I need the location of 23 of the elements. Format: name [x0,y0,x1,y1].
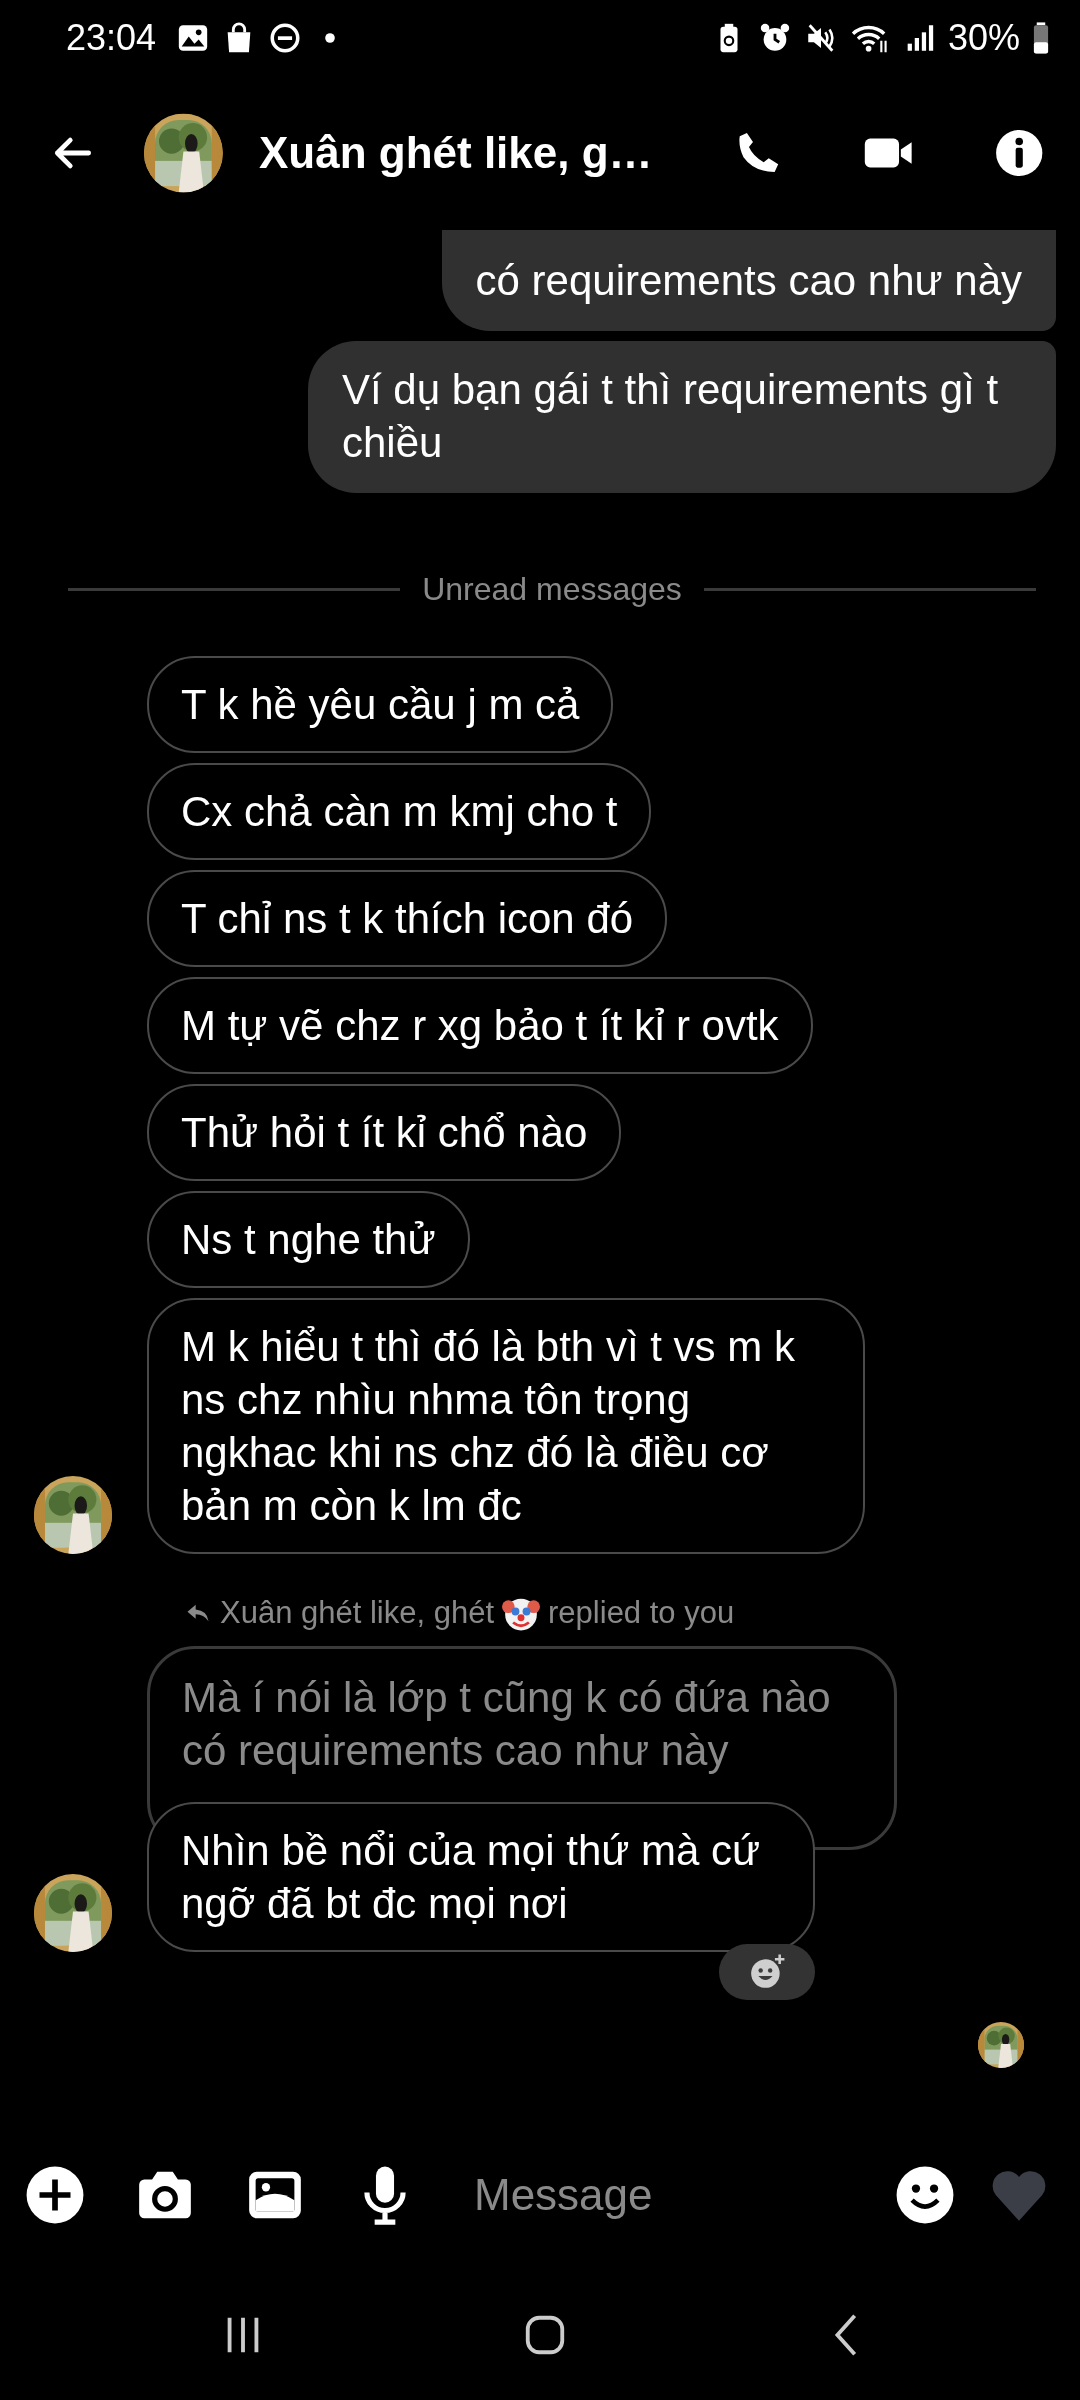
dot-icon [324,31,337,44]
received-message: Cx chả càn m kmj cho t [147,763,652,860]
emoji-icon[interactable] [894,2164,956,2226]
received-message: M k hiểu t thì đó là bth vì t vs m k ns chz nhìu nhma tôn trọng ngkhac khi ns chz đó là điều cơ bản m còn k lm đc [147,1298,865,1554]
unread-divider-label: Unread messages [422,571,682,608]
received-message: T chỉ ns t k thích icon đó [147,870,668,967]
received-message: Thử hỏi t ít kỉ chổ nào [147,1084,622,1181]
sent-message: có requirements cao như này [441,230,1056,331]
received-message: Nhìn bề nổi của mọi thứ mà cứ ngỡ đã bt đc mọi nơi [147,1802,815,1952]
add-icon[interactable] [24,2164,86,2226]
received-message: T k hề yêu cầu j m cả [147,656,614,753]
add-reaction-icon [748,1953,786,1991]
sent-message: Ví dụ bạn gái t thì requirements gì t chiều [308,341,1056,493]
reply-sender-label: Xuân ghét like, ghét [220,1595,495,1631]
add-reaction-button[interactable] [719,1944,815,2000]
reply-status-label: replied to you [548,1595,735,1631]
battery-percent: 30% [947,16,1020,59]
received-message: M tự vẽ chz r xg bảo t ít kỉ r ovtk [147,977,813,1074]
chat-title[interactable]: Xuân ghét like, g… [259,127,653,178]
battery-icon [1032,20,1050,55]
status-time: 23:04 [66,16,157,59]
message-input[interactable]: Message [472,2169,846,2221]
received-message: Ns t nghe thử [147,1191,470,1288]
